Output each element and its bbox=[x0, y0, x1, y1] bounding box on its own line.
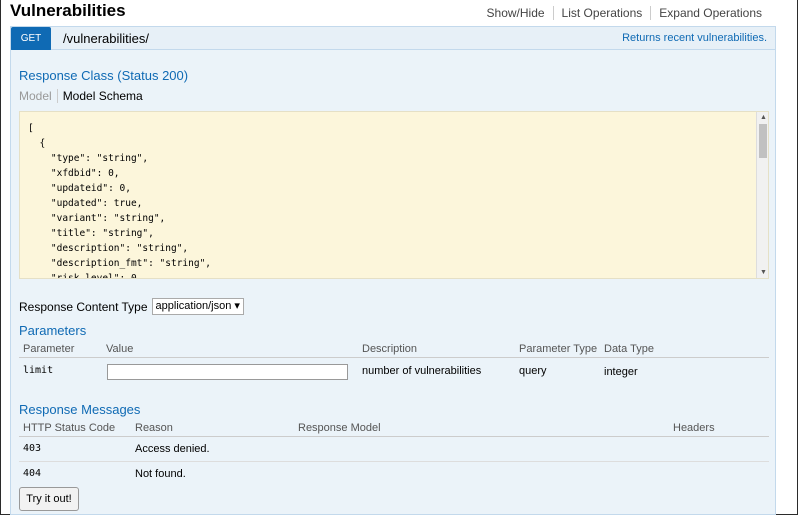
status-code: 403 bbox=[23, 443, 42, 454]
col-http-status: HTTP Status Code bbox=[23, 422, 116, 434]
col-description: Description bbox=[362, 343, 418, 355]
response-messages-heading: Response Messages bbox=[19, 402, 141, 417]
operation-bar[interactable]: GET /vulnerabilities/ Returns recent vul… bbox=[10, 26, 776, 51]
try-it-out-button[interactable]: Try it out! bbox=[19, 487, 79, 511]
col-parameter: Parameter bbox=[23, 343, 75, 355]
operation-path[interactable]: /vulnerabilities/ bbox=[63, 31, 149, 46]
col-parameter-type: Parameter Type bbox=[519, 343, 598, 355]
operation-content: Response Class (Status 200) Model Model … bbox=[10, 50, 776, 515]
expand-operations-link[interactable]: Expand Operations bbox=[650, 6, 770, 20]
operation-summary[interactable]: Returns recent vulnerabilities. bbox=[622, 32, 767, 44]
list-operations-link[interactable]: List Operations bbox=[552, 6, 651, 20]
param-name: limit bbox=[23, 365, 54, 376]
parameter-row: limit number of vulnerabilities query in… bbox=[19, 360, 769, 386]
resource-title[interactable]: Vulnerabilities bbox=[10, 1, 126, 21]
status-reason: Not found. bbox=[135, 468, 186, 480]
limit-value-input[interactable] bbox=[107, 364, 348, 380]
param-type: query bbox=[519, 365, 547, 377]
scrollbar-thumb[interactable] bbox=[759, 124, 767, 158]
scroll-down-arrow-icon[interactable]: ▼ bbox=[760, 269, 767, 276]
parameters-table-header: Parameter Value Description Parameter Ty… bbox=[19, 342, 769, 358]
status-code: 404 bbox=[23, 468, 42, 479]
schema-scrollbar[interactable]: ▲ ▼ bbox=[756, 112, 768, 278]
tab-model-schema[interactable]: Model Schema bbox=[58, 89, 143, 103]
http-method-badge[interactable]: GET bbox=[11, 27, 51, 51]
parameters-heading: Parameters bbox=[19, 323, 87, 338]
tab-model[interactable]: Model bbox=[19, 89, 58, 103]
show-hide-link[interactable]: Show/Hide bbox=[479, 6, 553, 20]
content-type-label: Response Content Type bbox=[19, 299, 148, 314]
col-data-type: Data Type bbox=[604, 343, 654, 355]
col-headers: Headers bbox=[673, 422, 715, 434]
col-response-model: Response Model bbox=[298, 422, 381, 434]
status-reason: Access denied. bbox=[135, 443, 210, 455]
response-row: 403 Access denied. bbox=[19, 438, 769, 462]
resource-operations: Show/Hide List Operations Expand Operati… bbox=[479, 6, 770, 20]
scroll-up-arrow-icon[interactable]: ▲ bbox=[760, 114, 767, 121]
response-row: 404 Not found. bbox=[19, 463, 769, 487]
response-class-heading: Response Class (Status 200) bbox=[19, 68, 189, 83]
col-reason: Reason bbox=[135, 422, 173, 434]
content-type-select[interactable]: application/json ▾ bbox=[151, 298, 244, 315]
resource-header: Vulnerabilities Show/Hide List Operation… bbox=[10, 0, 790, 26]
response-content-type: Response Content Type application/json ▾ bbox=[19, 298, 244, 315]
response-messages-table-header: HTTP Status Code Reason Response Model H… bbox=[19, 421, 769, 437]
model-tabs: Model Model Schema bbox=[19, 89, 143, 103]
param-description: number of vulnerabilities bbox=[362, 365, 482, 377]
schema-json: [ { "type": "string", "xfdbid": 0, "upda… bbox=[28, 123, 212, 279]
model-schema-box[interactable]: [ { "type": "string", "xfdbid": 0, "upda… bbox=[19, 111, 769, 279]
col-value: Value bbox=[106, 343, 134, 355]
param-data-type: integer bbox=[604, 366, 638, 378]
